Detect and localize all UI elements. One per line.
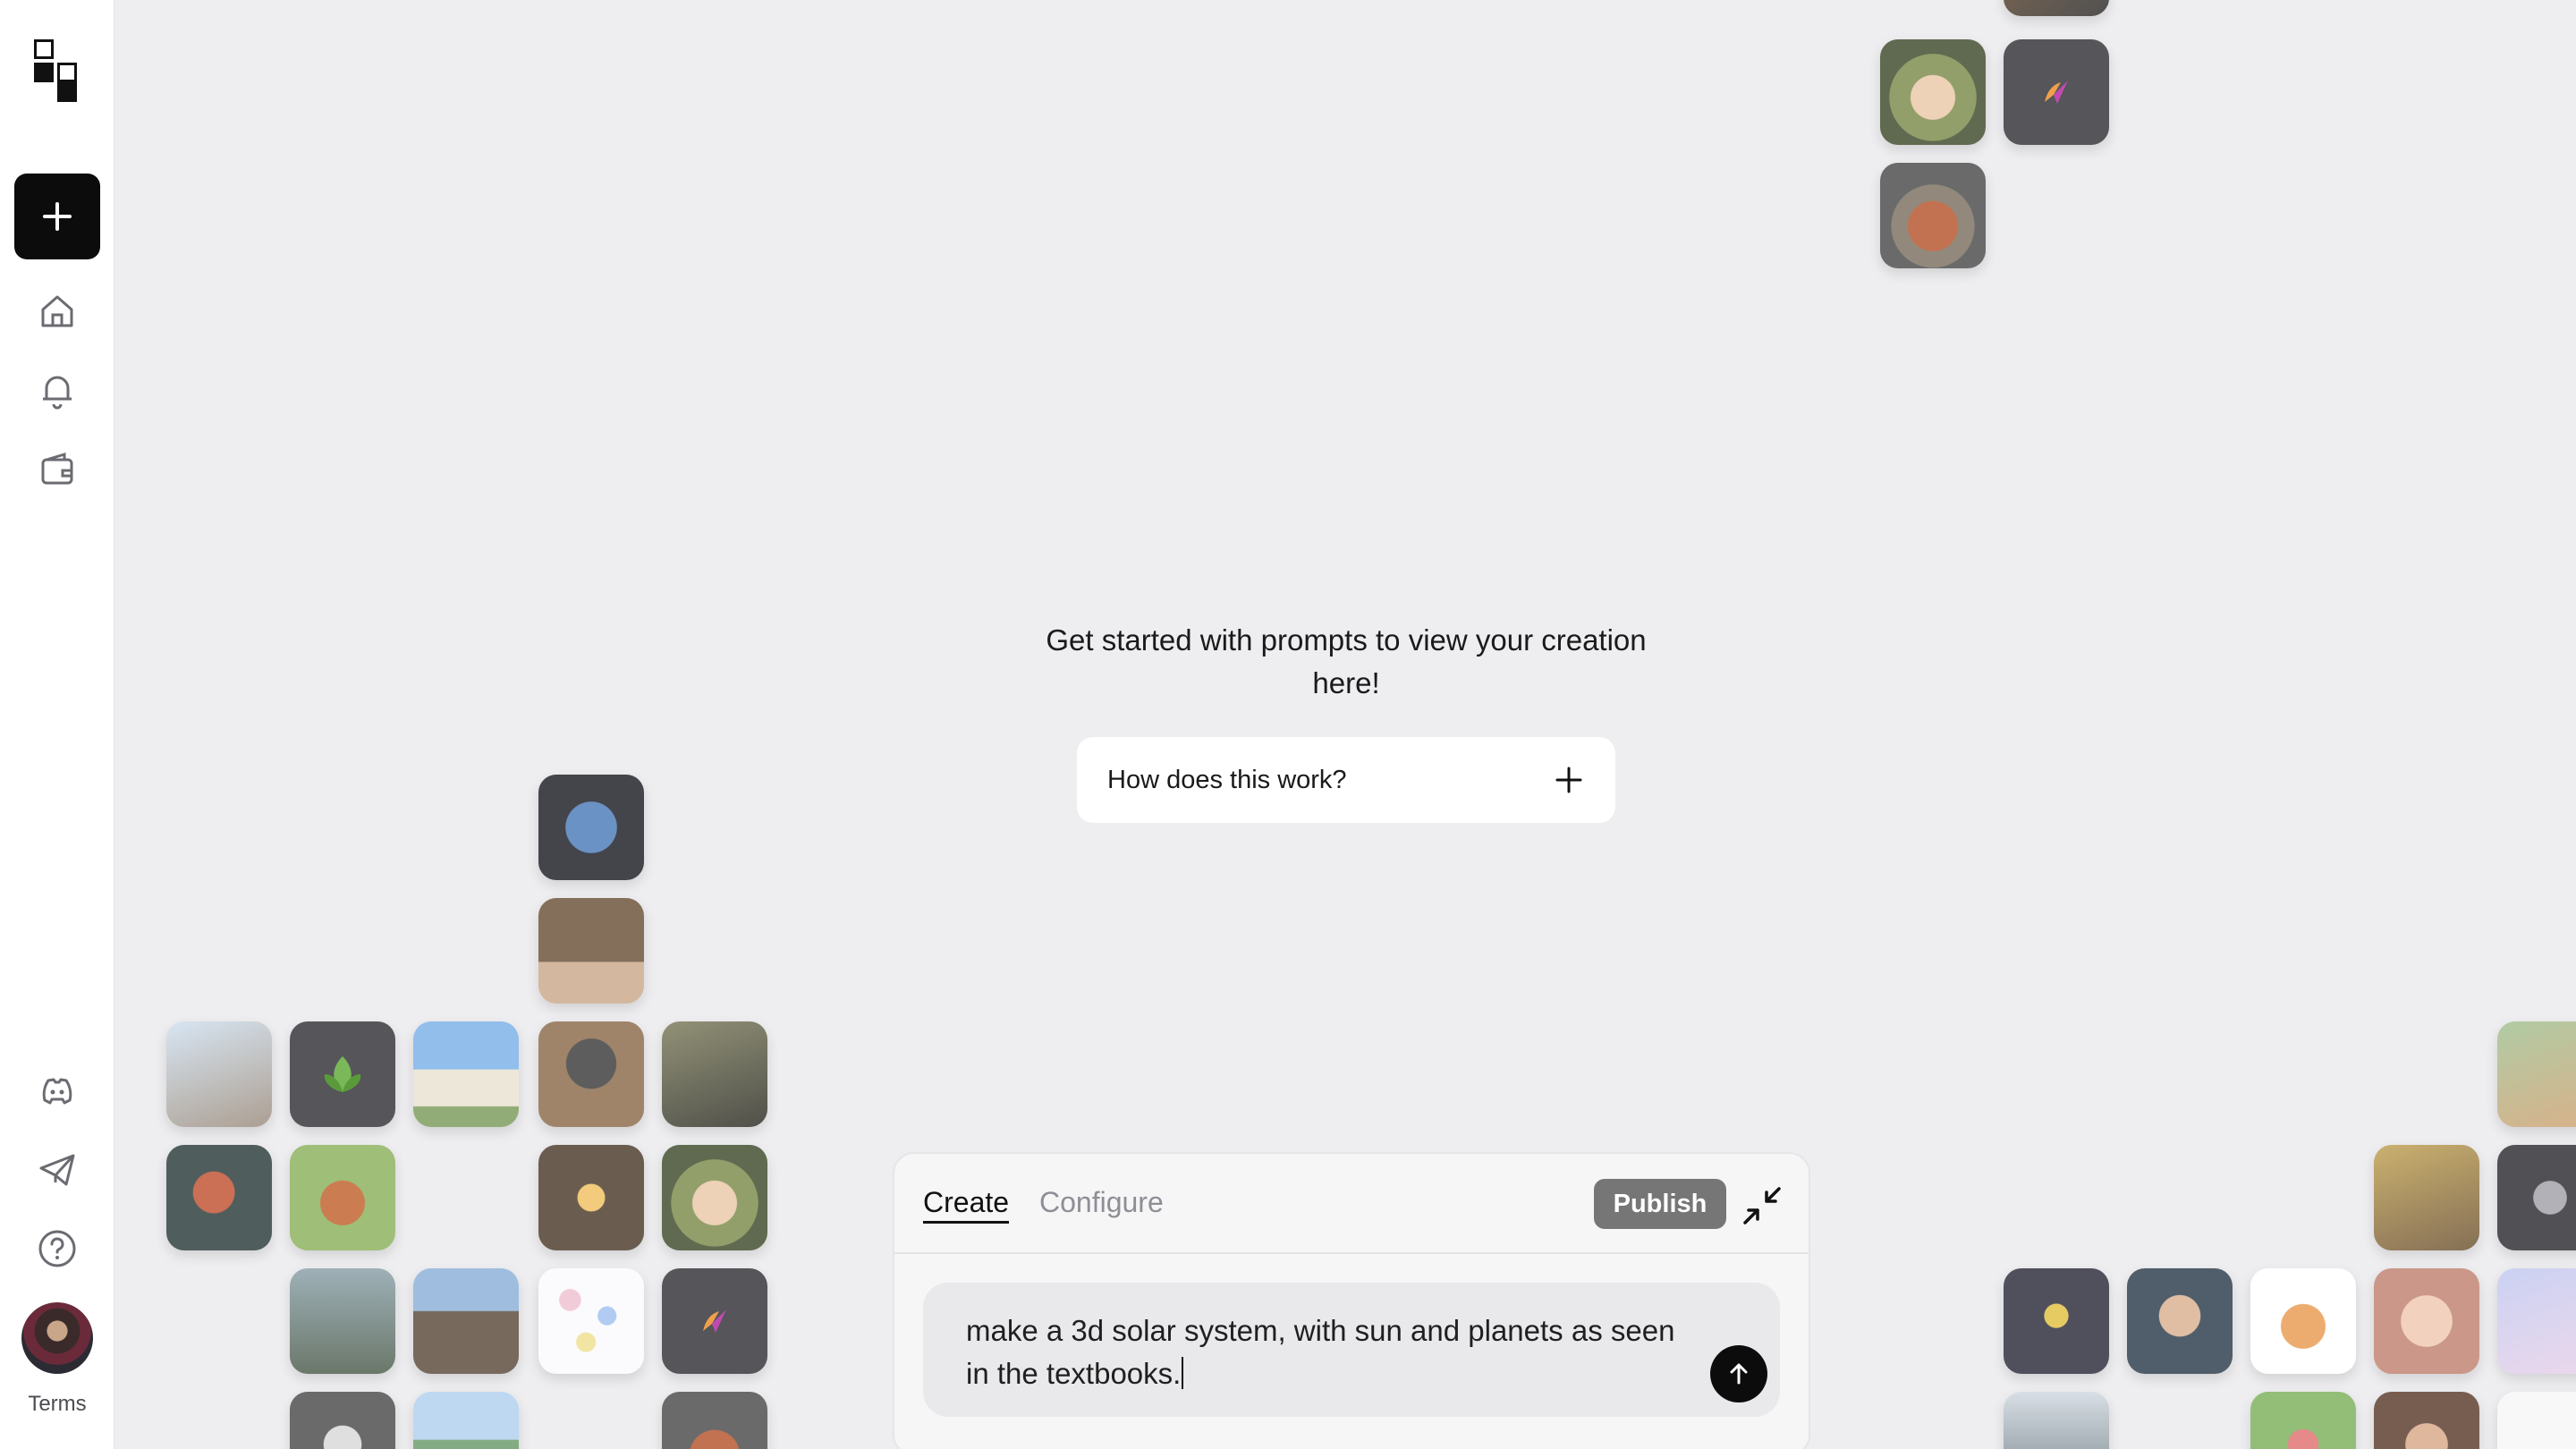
wallet-icon bbox=[41, 452, 73, 485]
prompt-input[interactable]: make a 3d solar system, with sun and pla… bbox=[923, 1283, 1780, 1417]
publish-button[interactable]: Publish bbox=[1594, 1179, 1726, 1229]
gallery-tile[interactable] bbox=[538, 1145, 644, 1250]
notifications-button[interactable] bbox=[32, 365, 82, 415]
gallery-tile[interactable] bbox=[413, 1392, 519, 1449]
home-button[interactable] bbox=[32, 286, 82, 336]
gallery-tile[interactable] bbox=[290, 1268, 395, 1374]
tab-configure[interactable]: Configure bbox=[1039, 1186, 1164, 1219]
gallery-tile[interactable] bbox=[2497, 1392, 2576, 1449]
gallery-tile[interactable] bbox=[662, 1021, 767, 1127]
gallery-tile[interactable] bbox=[2374, 1392, 2479, 1449]
gallery-tile[interactable] bbox=[662, 1145, 767, 1250]
tab-create[interactable]: Create bbox=[923, 1186, 1010, 1224]
how-does-this-work-label: How does this work? bbox=[1107, 765, 1347, 794]
gallery-tile[interactable] bbox=[2004, 39, 2109, 145]
arrow-up-icon bbox=[1730, 1363, 1748, 1385]
create-panel: Create Configure Publish make a 3d solar… bbox=[893, 1152, 1810, 1449]
gallery-tile[interactable] bbox=[2497, 1021, 2576, 1127]
text-caret bbox=[1182, 1357, 1184, 1389]
new-creation-button[interactable] bbox=[14, 174, 100, 259]
plus-icon bbox=[1555, 767, 1582, 793]
home-icon bbox=[41, 295, 73, 327]
gallery-tile[interactable] bbox=[166, 1021, 272, 1127]
gallery-tile[interactable] bbox=[1880, 39, 1986, 145]
gallery-tile[interactable] bbox=[166, 1145, 272, 1250]
gallery-tile[interactable] bbox=[662, 1392, 767, 1449]
gallery-tile[interactable] bbox=[413, 1268, 519, 1374]
gallery-tile[interactable] bbox=[2004, 0, 2109, 16]
gallery-tile[interactable] bbox=[538, 898, 644, 1004]
panel-header: Create Configure Publish bbox=[894, 1154, 1809, 1254]
discord-button[interactable] bbox=[32, 1066, 82, 1116]
user-avatar[interactable] bbox=[21, 1302, 93, 1374]
discord-icon bbox=[42, 1078, 72, 1105]
minimize-icon bbox=[1743, 1187, 1781, 1224]
gallery-tile[interactable] bbox=[2127, 1268, 2233, 1374]
gallery-tile[interactable] bbox=[538, 1268, 644, 1374]
gallery-tile[interactable] bbox=[538, 775, 644, 880]
how-does-this-work-button[interactable]: How does this work? bbox=[1077, 737, 1615, 823]
gallery-tile[interactable] bbox=[290, 1021, 395, 1127]
help-icon bbox=[38, 1230, 76, 1267]
gallery-tile[interactable] bbox=[290, 1145, 395, 1250]
telegram-icon bbox=[39, 1154, 75, 1186]
telegram-button[interactable] bbox=[32, 1145, 82, 1195]
plus-icon bbox=[43, 202, 72, 231]
gallery-tile[interactable] bbox=[2250, 1392, 2356, 1449]
collapse-button[interactable] bbox=[1737, 1181, 1787, 1231]
gallery-tile[interactable] bbox=[2250, 1268, 2356, 1374]
gallery-tile[interactable] bbox=[290, 1392, 395, 1449]
gallery-tile[interactable] bbox=[2004, 1392, 2109, 1449]
empty-state-message: Get started with prompts to view your cr… bbox=[1046, 623, 1647, 699]
gallery-tile[interactable] bbox=[662, 1268, 767, 1374]
terms-link[interactable]: Terms bbox=[0, 1392, 114, 1417]
gallery-tile[interactable] bbox=[413, 1021, 519, 1127]
app-logo[interactable] bbox=[30, 36, 84, 104]
prompt-text: make a 3d solar system, with sun and pla… bbox=[966, 1314, 1675, 1390]
app-mark-icon bbox=[703, 1309, 726, 1333]
gallery-tile[interactable] bbox=[2497, 1145, 2576, 1250]
bell-icon bbox=[43, 376, 72, 410]
gallery-tile[interactable] bbox=[2374, 1268, 2479, 1374]
send-button[interactable] bbox=[1710, 1345, 1767, 1402]
gallery-tile[interactable] bbox=[2374, 1145, 2479, 1250]
help-button[interactable] bbox=[32, 1224, 82, 1274]
gallery-tile[interactable] bbox=[538, 1021, 644, 1127]
gallery-tile[interactable] bbox=[2004, 1268, 2109, 1374]
app-mark-icon bbox=[2045, 80, 2068, 104]
gallery-tile[interactable] bbox=[1880, 163, 1986, 268]
gallery-tile[interactable] bbox=[2497, 1268, 2576, 1374]
sidebar: Terms bbox=[0, 0, 114, 1449]
wallet-button[interactable] bbox=[32, 444, 82, 494]
leaf-icon bbox=[324, 1056, 361, 1092]
